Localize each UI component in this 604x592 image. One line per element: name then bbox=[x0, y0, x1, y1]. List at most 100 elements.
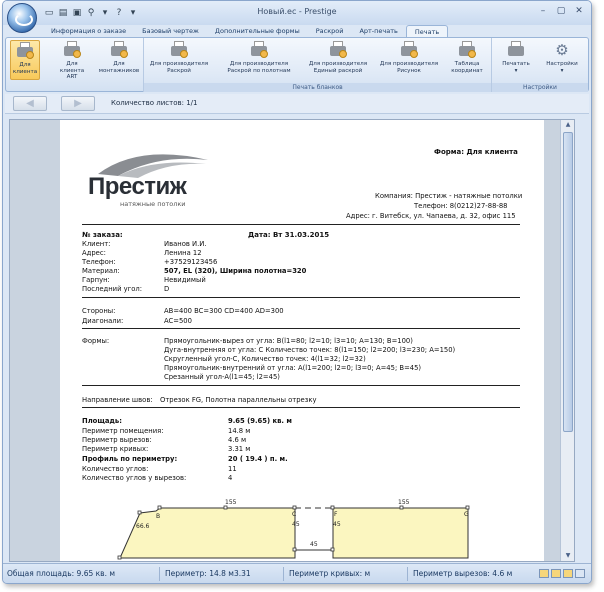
printer-icon bbox=[14, 41, 36, 61]
print-manufacturer-cutting-button[interactable]: Для производителя Раскрой bbox=[148, 40, 210, 80]
title-bar: ▭ ▤ ▣ ⚲ ▾ ? ▾ Новый.ес - Prestige – ▢ ✕ bbox=[3, 1, 591, 25]
ceiling-drawing: 155 155 B C F G 45 45 45 66.6 A bbox=[114, 499, 470, 562]
dim-label: 45 bbox=[292, 521, 300, 528]
order-date: Дата: Вт 31.03.2015 bbox=[248, 231, 330, 239]
dim-label: 155 bbox=[225, 499, 237, 506]
ribbon-group-print-forms: Для производителя Раскрой Для производит… bbox=[144, 38, 492, 92]
logo-subtitle: натяжные потолки bbox=[120, 200, 186, 208]
print-manufacturer-pattern-button[interactable]: Для производителя Рисунок bbox=[376, 40, 442, 80]
print-manufacturer-cutting-by-sheets-button[interactable]: Для производителя Раскрой по полотнам bbox=[220, 40, 298, 80]
printer-icon bbox=[398, 40, 420, 60]
status-total-area: Общая площадь: 9.65 кв. м bbox=[7, 569, 116, 578]
order-number-label: № заказа: bbox=[82, 231, 123, 239]
scroll-up-icon[interactable]: ▲ bbox=[563, 121, 573, 131]
dim-label: 45 bbox=[333, 521, 341, 528]
printer-icon bbox=[505, 40, 527, 60]
settings-button[interactable]: ⚙ Настройки ▾ bbox=[542, 40, 582, 80]
material-value: 507, EL (320), Ширина полотна=320 bbox=[164, 267, 307, 275]
divider bbox=[82, 328, 520, 329]
view-mode-icon[interactable] bbox=[551, 569, 561, 578]
harpoon-label: Гарпун: bbox=[82, 276, 110, 284]
printer-icon bbox=[248, 40, 270, 60]
window-controls: – ▢ ✕ bbox=[535, 4, 587, 18]
form-line: Дуга-внутренняя от угла: C Количество то… bbox=[164, 346, 456, 354]
room-perimeter-label: Периметр помещения: bbox=[82, 427, 164, 435]
minimize-icon[interactable]: – bbox=[535, 4, 551, 18]
status-separator bbox=[159, 567, 160, 581]
printer-icon bbox=[61, 40, 83, 60]
print-button[interactable]: Печатать ▾ bbox=[496, 40, 536, 80]
sides-label: Стороны: bbox=[82, 307, 116, 315]
phone-label: Телефон: bbox=[82, 258, 116, 266]
zoom-icon[interactable] bbox=[575, 569, 585, 578]
settings-icon: ⚙ bbox=[555, 41, 569, 59]
print-coordinates-table-button[interactable]: Таблица координат bbox=[446, 40, 488, 80]
status-cuts-perimeter: Периметр вырезов: 4.6 м bbox=[413, 569, 513, 578]
print-for-client-button[interactable]: Для клиента bbox=[10, 40, 40, 80]
previous-page-button[interactable]: ◀ bbox=[13, 96, 47, 111]
close-icon[interactable]: ✕ bbox=[571, 4, 587, 18]
preview-toolbar: ◀ ▶ Количество листов: 1/1 bbox=[5, 94, 589, 114]
print-for-client-art-button[interactable]: Для клиента ART bbox=[54, 40, 90, 80]
dropdown-arrow-icon: ▾ bbox=[514, 67, 518, 74]
ribbon-group-label: Настройки bbox=[492, 83, 588, 92]
view-mode-icon[interactable] bbox=[563, 569, 573, 578]
form-title: Форма: Для клиента bbox=[434, 148, 518, 156]
divider bbox=[82, 224, 520, 225]
area-value: 9.65 (9.65) кв. м bbox=[228, 417, 292, 425]
seams-value: Отрезок FG, Полотна параллельны отрезку bbox=[160, 396, 317, 404]
corners-value: 11 bbox=[228, 465, 237, 473]
ceiling-shape-right bbox=[332, 507, 469, 559]
scroll-down-icon[interactable]: ▼ bbox=[563, 552, 573, 561]
seams-label: Направление швов: bbox=[82, 396, 153, 404]
address-label: Адрес: bbox=[82, 249, 106, 257]
vertex-label: C bbox=[292, 511, 296, 518]
logo-name: Престиж bbox=[88, 173, 187, 200]
arrow-right-icon: ▶ bbox=[74, 98, 82, 109]
status-bar: Общая площадь: 9.65 кв. м Периметр: 14.8… bbox=[3, 563, 591, 583]
phone-value: +37529123456 bbox=[164, 258, 218, 266]
cuts-perimeter-label: Периметр вырезов: bbox=[82, 436, 152, 444]
last-corner-label: Последний угол: bbox=[82, 285, 143, 293]
divider bbox=[82, 385, 520, 386]
maximize-icon[interactable]: ▢ bbox=[553, 4, 569, 18]
print-preview-area[interactable]: Форма: Для клиента Престиж натяжные пото… bbox=[9, 119, 575, 562]
status-separator bbox=[283, 567, 284, 581]
table-printer-icon bbox=[456, 40, 478, 60]
scrollbar-thumb[interactable] bbox=[563, 132, 573, 432]
next-page-button[interactable]: ▶ bbox=[61, 96, 95, 111]
print-for-installers-button[interactable]: Для монтажников bbox=[98, 40, 140, 80]
curves-perimeter-label: Периметр кривых: bbox=[82, 445, 149, 453]
vertex-label: A bbox=[114, 561, 119, 562]
document-page: Форма: Для клиента Престиж натяжные пото… bbox=[60, 120, 544, 562]
status-perimeter: Периметр: 14.8 м3.31 bbox=[165, 569, 251, 578]
ribbon: Для клиента Для клиента ART Для монтажни… bbox=[5, 37, 589, 92]
status-separator bbox=[407, 567, 408, 581]
room-perimeter-value: 14.8 м bbox=[228, 427, 251, 435]
form-line: Срезанный угол-А(l1=45; l2=45) bbox=[164, 373, 280, 381]
form-line: Скругленный угол-С, Количество точек: 4(… bbox=[164, 355, 366, 363]
sheet-count: Количество листов: 1/1 bbox=[111, 99, 198, 107]
company-phone: Телефон: 8(0212)27-88-88 bbox=[414, 202, 508, 210]
printer-icon bbox=[327, 40, 349, 60]
status-icons bbox=[539, 569, 585, 578]
last-corner-value: D bbox=[164, 285, 170, 293]
divider bbox=[82, 407, 520, 408]
company-name: Компания: Престиж - натяжные потолки bbox=[375, 192, 523, 200]
printer-icon bbox=[108, 40, 130, 60]
material-label: Материал: bbox=[82, 267, 120, 275]
view-mode-icon[interactable] bbox=[539, 569, 549, 578]
form-line: Прямоугольник-внутренний от угла: A(l1=2… bbox=[164, 364, 422, 372]
app-menu-button[interactable] bbox=[7, 3, 37, 33]
profile-label: Профиль по периметру: bbox=[82, 455, 178, 463]
dropdown-arrow-icon: ▾ bbox=[560, 67, 564, 74]
print-manufacturer-single-cutting-button[interactable]: Для производителя Единый раскрой bbox=[304, 40, 372, 80]
curves-perimeter-value: 3.31 м bbox=[228, 445, 251, 453]
app-window: ▭ ▤ ▣ ⚲ ▾ ? ▾ Новый.ес - Prestige – ▢ ✕ … bbox=[2, 0, 592, 584]
vertical-scrollbar[interactable]: ▲ ▼ bbox=[560, 120, 574, 561]
area-label: Площадь: bbox=[82, 417, 122, 425]
address-value: Ленина 12 bbox=[164, 249, 202, 257]
vertex-label: G bbox=[464, 511, 469, 518]
cut-corners-value: 4 bbox=[228, 474, 233, 482]
status-curves-perimeter: Периметр кривых: м bbox=[289, 569, 371, 578]
